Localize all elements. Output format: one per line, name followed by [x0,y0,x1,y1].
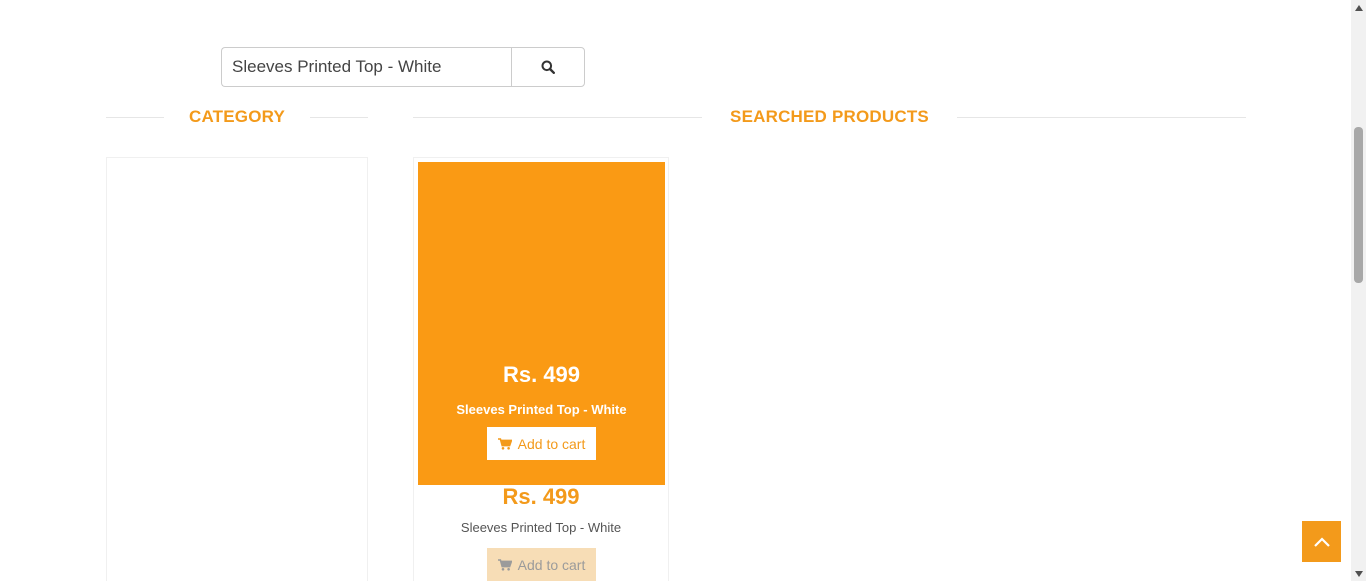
searched-products-title: SEARCHED PRODUCTS [730,107,929,126]
cart-icon [497,437,512,450]
back-to-top-button[interactable] [1302,521,1341,562]
category-title: CATEGORY [188,107,286,126]
overlay-add-to-cart-label: Add to cart [517,435,586,452]
product-card[interactable]: Rs. 499 Sleeves Printed Top - White Add … [413,157,669,581]
overlay-add-to-cart-button[interactable]: Add to cart [487,427,596,460]
divider [310,116,368,118]
product-price: Rs. 499 [502,484,580,509]
search-button[interactable] [511,47,585,87]
add-to-cart-button[interactable]: Add to cart [487,548,596,581]
category-heading: CATEGORY [106,104,368,130]
product-hover-overlay[interactable]: Rs. 499 Sleeves Printed Top - White Add … [418,162,665,485]
search-icon [541,60,555,74]
category-panel [106,157,368,581]
cart-icon [497,559,512,571]
add-to-cart-label: Add to cart [517,557,586,573]
divider [956,116,1246,118]
search-box [221,47,585,87]
searched-products-heading: SEARCHED PRODUCTS [413,104,1246,130]
scrollbar-thumb[interactable] [1354,127,1363,283]
page: CATEGORY SEARCHED PRODUCTS Rs. 499 Sleev… [0,0,1366,581]
scrollbar[interactable] [1351,0,1366,581]
search-input[interactable] [221,47,511,87]
overlay-price: Rs. 499 [502,362,581,387]
overlay-product-name[interactable]: Sleeves Printed Top - White [418,402,665,417]
scroll-up-arrow-icon[interactable] [1351,0,1366,15]
divider [413,116,703,118]
scroll-down-arrow-icon[interactable] [1351,566,1366,581]
chevron-up-icon [1313,536,1330,547]
product-name[interactable]: Sleeves Printed Top - White [414,520,668,535]
divider [106,116,164,118]
